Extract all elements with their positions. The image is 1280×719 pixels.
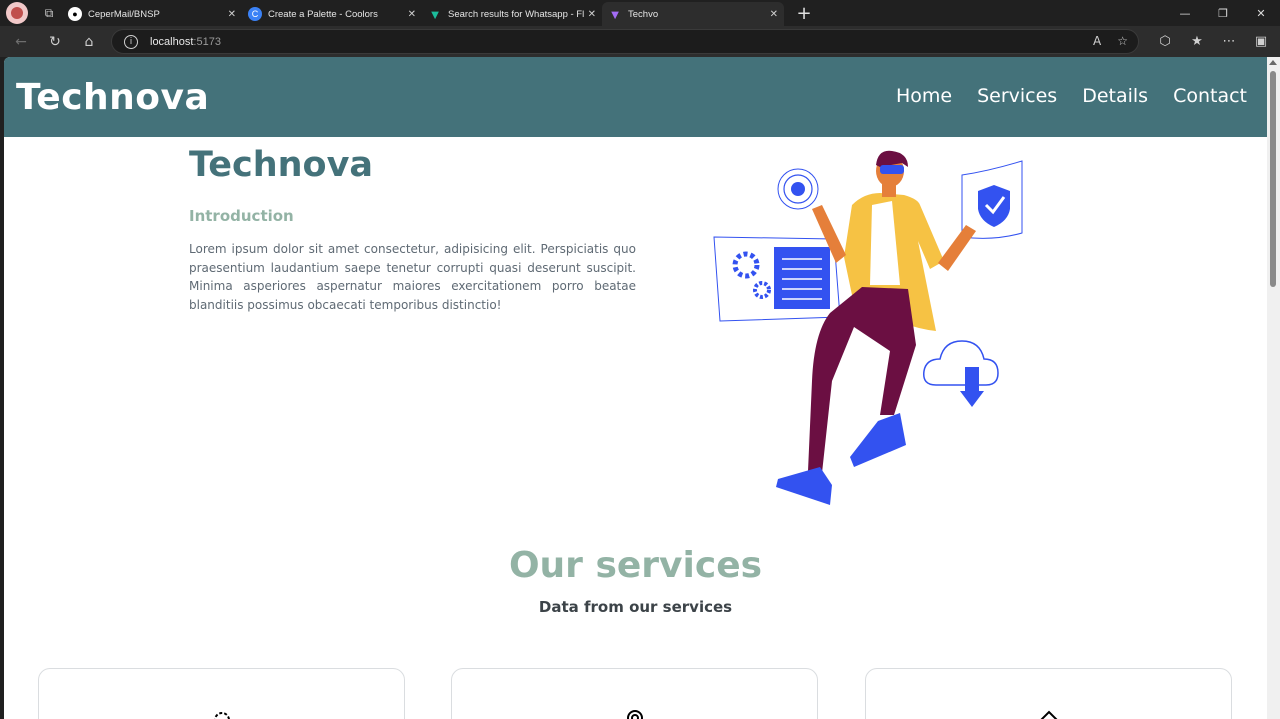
close-tab-icon[interactable]: ✕ — [770, 9, 778, 20]
nav-services[interactable]: Services — [977, 85, 1057, 107]
close-window-icon[interactable]: ✕ — [1242, 0, 1280, 26]
browser-tab[interactable]: C Create a Palette - Coolors ✕ — [242, 2, 422, 26]
nav-details[interactable]: Details — [1082, 85, 1148, 107]
services-subtitle: Data from our services — [538, 598, 733, 616]
scrollbar-thumb[interactable] — [1270, 71, 1276, 287]
service-card[interactable] — [865, 668, 1232, 719]
browser-tab-active[interactable]: ▼ Techvo ✕ — [602, 2, 784, 26]
page-scrollbar[interactable] — [1267, 57, 1280, 719]
gear-icon — [213, 712, 230, 719]
hero-title: Technova — [189, 145, 374, 185]
workspaces-icon[interactable]: ⧉ — [36, 0, 62, 26]
services-title: Our services — [508, 545, 763, 586]
close-tab-icon[interactable]: ✕ — [408, 9, 416, 20]
cloud-download-icon — [923, 340, 999, 407]
more-menu-icon[interactable]: ⋯ — [1218, 30, 1240, 52]
read-aloud-icon[interactable]: A — [1093, 34, 1101, 48]
browser-tab-bar: ⧉ ● CeperMail/BNSP ✕ C Create a Palette … — [0, 0, 1280, 26]
close-tab-icon[interactable]: ✕ — [588, 9, 596, 20]
sidebar-icon[interactable]: ▣ — [1250, 30, 1272, 52]
browser-toolbar: ← ↻ ⌂ i localhost:5173 A ☆ ⬡ ★ ⋯ ▣ — [0, 26, 1280, 57]
vite-icon: ▼ — [608, 6, 622, 22]
extensions-icon[interactable]: ⬡ — [1154, 30, 1176, 52]
new-tab-button[interactable]: + — [794, 3, 814, 24]
service-card[interactable] — [451, 668, 818, 719]
person-figure — [776, 150, 976, 505]
close-tab-icon[interactable]: ✕ — [228, 9, 236, 20]
site-logo[interactable]: Technova — [16, 77, 209, 118]
flaticon-icon: ▼ — [428, 6, 442, 22]
site-header: Technova Home Services Details Contact — [4, 57, 1267, 137]
profile-avatar[interactable] — [6, 2, 28, 24]
home-icon — [1040, 710, 1057, 719]
nav-contact[interactable]: Contact — [1173, 85, 1247, 107]
window-controls: — ❐ ✕ — [1166, 0, 1280, 26]
favorites-icon[interactable]: ★ — [1186, 30, 1208, 52]
url-text: localhost:5173 — [150, 35, 221, 48]
page-viewport: Technova Home Services Details Contact T… — [4, 57, 1267, 719]
favorite-star-icon[interactable]: ☆ — [1117, 34, 1128, 48]
restore-icon[interactable]: ❐ — [1204, 0, 1242, 26]
shield-panel-icon — [961, 160, 1023, 239]
reload-icon[interactable]: ↻ — [42, 29, 68, 55]
browser-tab[interactable]: ● CeperMail/BNSP ✕ — [62, 2, 242, 26]
site-info-icon[interactable]: i — [124, 34, 138, 49]
home-icon[interactable]: ⌂ — [76, 29, 102, 55]
tab-title: CeperMail/BNSP — [88, 8, 160, 20]
hero-text: Lorem ipsum dolor sit amet consectetur, … — [189, 242, 636, 312]
settings-panel-icon — [713, 236, 841, 322]
browser-tab[interactable]: ▼ Search results for Whatsapp - Fla ✕ — [422, 2, 602, 26]
nav-home[interactable]: Home — [896, 85, 952, 107]
tab-title: Create a Palette - Coolors — [268, 8, 378, 20]
coolors-icon: C — [248, 7, 262, 21]
target-icon — [777, 168, 819, 210]
tab-title: Search results for Whatsapp - Fla — [448, 8, 584, 20]
hero-subtitle: Introduction — [189, 207, 294, 225]
service-card[interactable] — [38, 668, 405, 719]
scroll-up-icon[interactable] — [1269, 60, 1277, 65]
tab-title: Techvo — [628, 8, 659, 20]
main-nav: Home Services Details Contact — [896, 85, 1247, 107]
location-icon — [626, 710, 643, 719]
back-icon[interactable]: ← — [8, 29, 34, 55]
minimize-icon[interactable]: — — [1166, 0, 1204, 26]
github-icon: ● — [68, 7, 82, 21]
hero-illustration — [713, 150, 1023, 505]
address-bar[interactable]: i localhost:5173 A ☆ — [111, 29, 1139, 54]
